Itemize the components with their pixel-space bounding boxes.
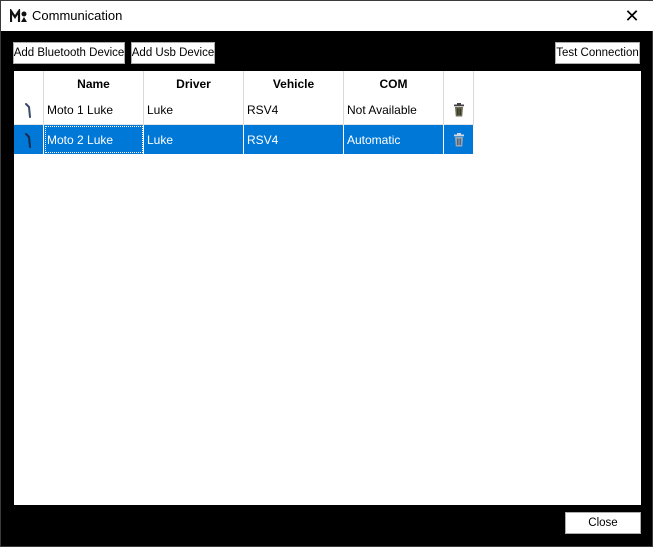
add-bluetooth-device-button[interactable]: Add Bluetooth Device <box>13 42 125 64</box>
column-header-actions <box>444 71 474 96</box>
window-title: Communication <box>32 8 123 23</box>
table-header: Name Driver Vehicle COM <box>14 71 474 96</box>
communication-window: Communication ✕ Add Bluetooth Device Add… <box>0 0 653 547</box>
vehicle-cell[interactable]: RSV4 <box>244 96 344 125</box>
trash-icon[interactable] <box>444 125 474 154</box>
vehicle-cell[interactable]: RSV4 <box>244 125 344 154</box>
column-header-driver[interactable]: Driver <box>144 71 244 96</box>
com-cell[interactable]: Not Available <box>344 96 444 125</box>
driver-cell[interactable]: Luke <box>144 96 244 125</box>
driver-cell[interactable]: Luke <box>144 125 244 154</box>
test-connection-button[interactable]: Test Connection <box>555 42 640 64</box>
column-header-name[interactable]: Name <box>44 71 144 96</box>
devices-table: Name Driver Vehicle COM Moto 1 Luke Luke… <box>14 71 641 505</box>
connector-icon <box>14 125 44 154</box>
app-logo-icon <box>9 7 28 23</box>
table-row[interactable]: Moto 1 Luke Luke RSV4 Not Available <box>14 96 474 125</box>
add-usb-device-button[interactable]: Add Usb Device <box>131 42 215 64</box>
trash-icon[interactable] <box>444 96 474 125</box>
device-name-cell[interactable]: Moto 1 Luke <box>44 96 144 125</box>
close-button[interactable]: Close <box>565 512 641 534</box>
connector-icon <box>14 96 44 125</box>
column-header-icon <box>14 71 44 96</box>
column-header-com[interactable]: COM <box>344 71 444 96</box>
device-name-cell[interactable]: Moto 2 Luke <box>44 125 144 154</box>
close-window-icon[interactable]: ✕ <box>610 1 653 31</box>
column-header-vehicle[interactable]: Vehicle <box>244 71 344 96</box>
table-row-selected[interactable]: Moto 2 Luke Luke RSV4 Automatic <box>14 125 474 154</box>
title-bar: Communication ✕ <box>1 1 653 31</box>
com-cell[interactable]: Automatic <box>344 125 444 154</box>
